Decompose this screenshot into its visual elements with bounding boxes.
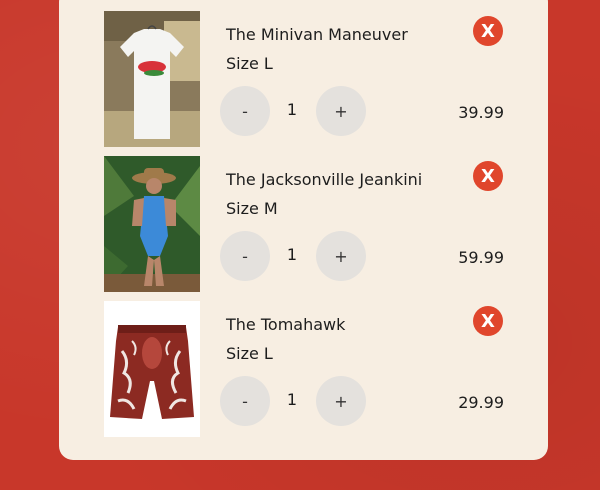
quantity-value: 1 [286,100,298,119]
decrease-quantity-button[interactable]: - [220,231,270,281]
quantity-value: 1 [286,245,298,264]
product-size: Size L [226,344,273,363]
cart-item: The Minivan Maneuver Size L - 1 + 39.99 … [104,11,524,148]
close-icon: X [481,310,495,332]
product-image[interactable] [104,301,200,437]
product-image[interactable] [104,11,200,147]
increase-quantity-button[interactable]: + [316,86,366,136]
item-price: 39.99 [458,103,504,122]
close-icon: X [481,165,495,187]
product-name[interactable]: The Tomahawk [226,315,345,334]
remove-item-button[interactable]: X [473,306,503,336]
cart-item: The Jacksonville Jeankini Size M - 1 + 5… [104,156,524,293]
increase-quantity-button[interactable]: + [316,376,366,426]
decrease-quantity-button[interactable]: - [220,86,270,136]
product-name[interactable]: The Minivan Maneuver [226,25,408,44]
remove-item-button[interactable]: X [473,161,503,191]
tshirt-photo [104,11,200,147]
increase-quantity-button[interactable]: + [316,231,366,281]
boxer-brief-photo [104,301,200,437]
product-name[interactable]: The Jacksonville Jeankini [226,170,422,189]
product-image[interactable] [104,156,200,292]
product-size: Size M [226,199,278,218]
swimsuit-photo [104,156,200,292]
product-size: Size L [226,54,273,73]
decrease-quantity-button[interactable]: - [220,376,270,426]
quantity-value: 1 [286,390,298,409]
close-icon: X [481,20,495,42]
item-price: 59.99 [458,248,504,267]
cart-item: The Tomahawk Size L - 1 + 29.99 X [104,301,524,438]
item-price: 29.99 [458,393,504,412]
remove-item-button[interactable]: X [473,16,503,46]
